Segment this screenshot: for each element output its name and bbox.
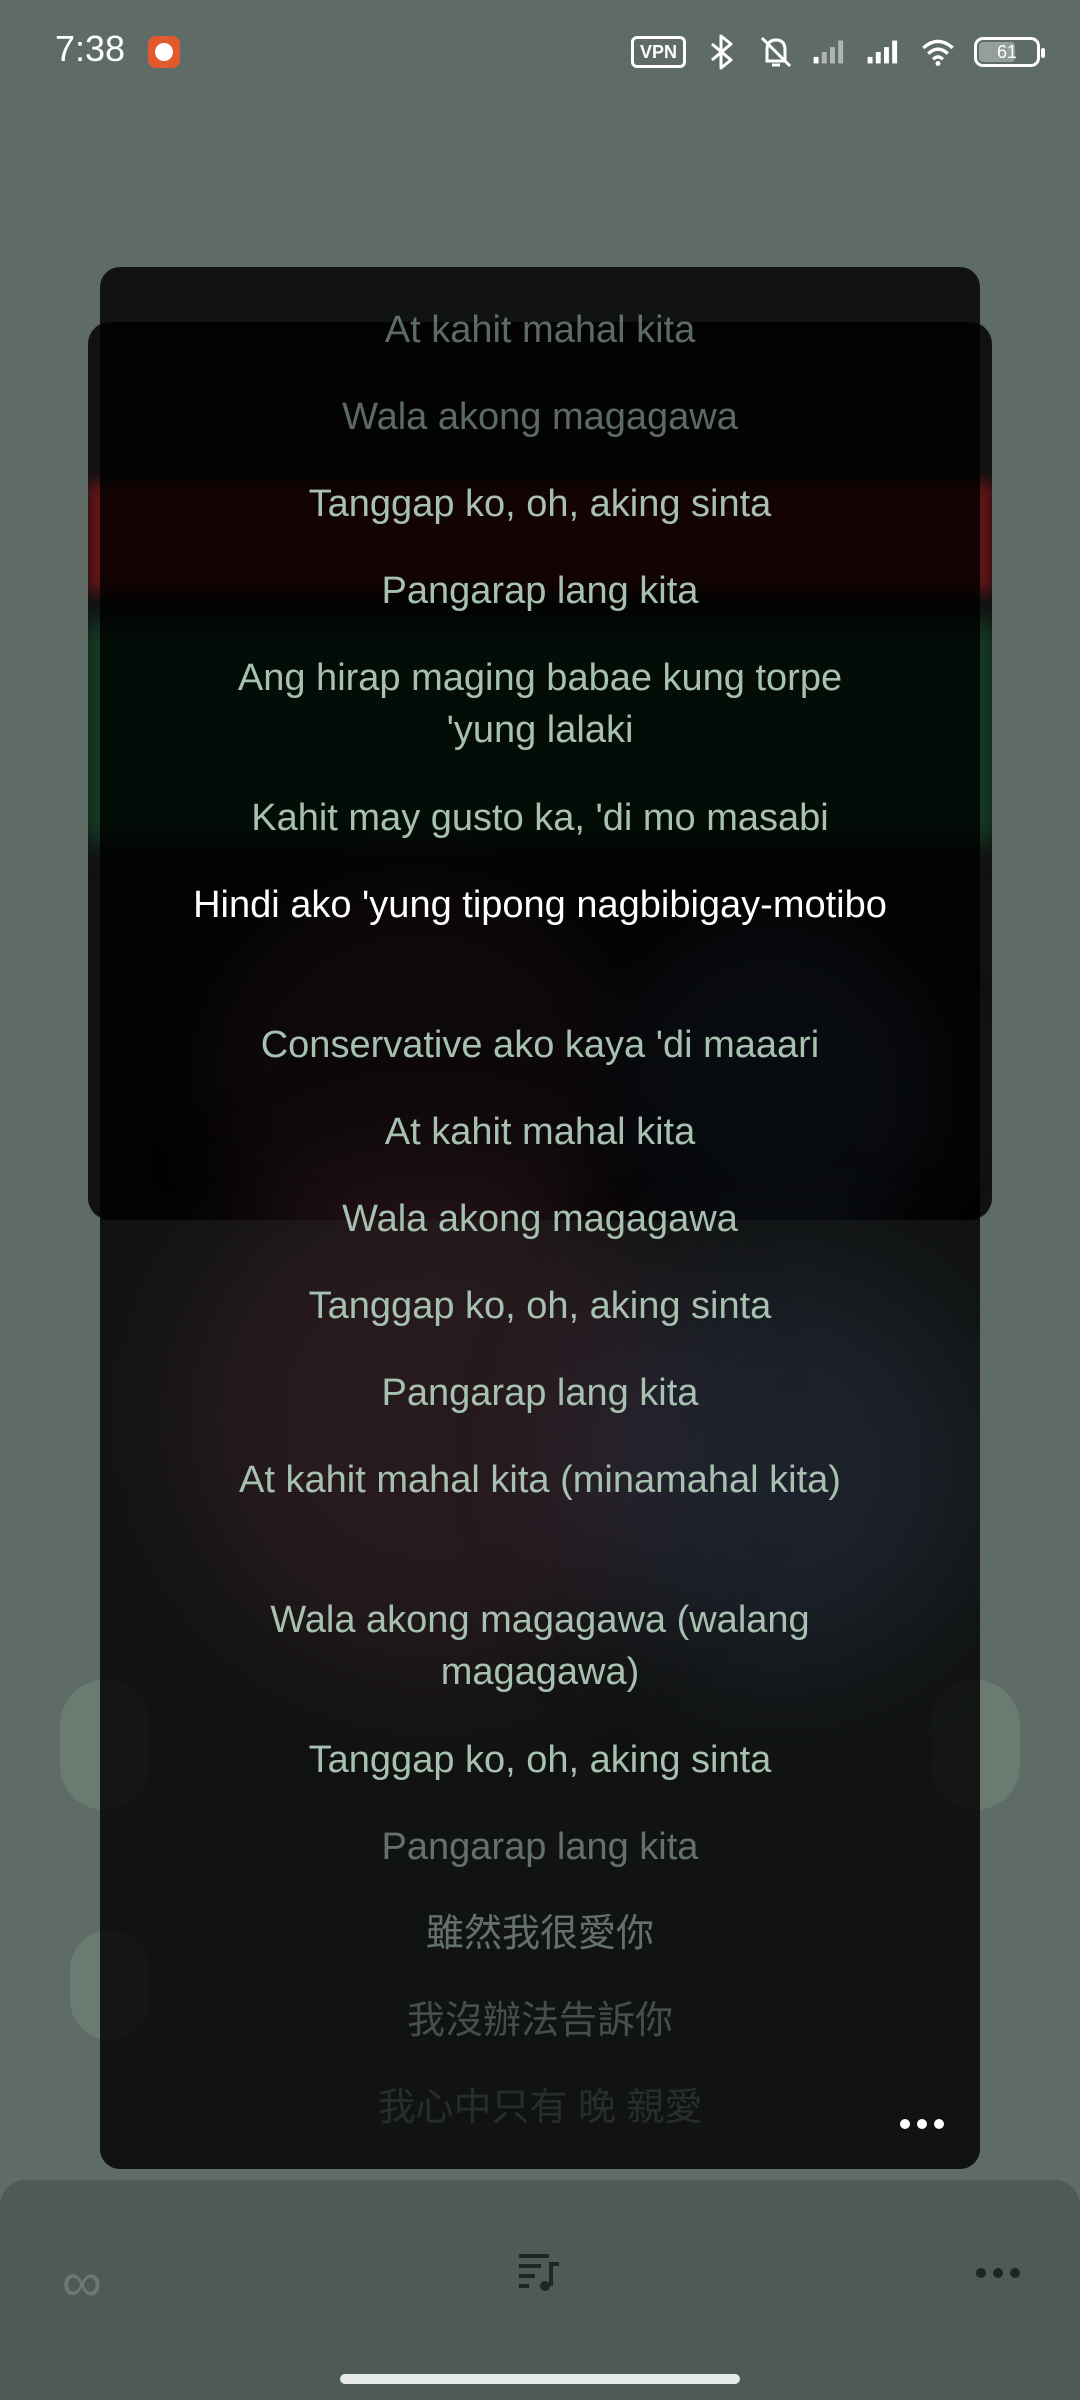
signal-icon	[866, 34, 902, 70]
bell-off-icon	[758, 34, 794, 70]
lyric-line[interactable]: Pangarap lang kita	[190, 1821, 890, 1908]
lyric-line[interactable]: Ang hirap maging babae kung torpe 'yung …	[190, 652, 890, 792]
lyric-line[interactable]: At kahit mahal kita (minamahal kita)	[190, 1454, 890, 1594]
status-bar: 7:38 VPN 61	[0, 0, 1080, 104]
lyric-line[interactable]: 我心中只有 晚 親愛	[190, 2082, 890, 2169]
lyric-line[interactable]: Pangarap lang kita	[190, 1367, 890, 1454]
queue-icon[interactable]	[500, 2248, 580, 2358]
wifi-icon	[920, 34, 956, 70]
lyric-line[interactable]: mangyayari	[190, 267, 890, 304]
lyric-line[interactable]: 我沒辦法告訴你	[190, 1995, 890, 2082]
lyric-line[interactable]: Wala akong magagawa	[190, 1193, 890, 1280]
lyric-line[interactable]: At kahit mahal kita	[190, 304, 890, 391]
battery-level: 61	[996, 41, 1018, 62]
lyric-line[interactable]: Pangarap lang kita	[190, 565, 890, 652]
loop-icon[interactable]: ∞	[42, 2254, 122, 2364]
bluetooth-icon	[704, 34, 740, 70]
vpn-badge: VPN	[630, 36, 686, 68]
signal-icon	[812, 34, 848, 70]
home-indicator[interactable]	[340, 2374, 740, 2384]
more-icon[interactable]	[900, 2119, 944, 2129]
lyrics-list[interactable]: mangyayari At kahit mahal kita Wala akon…	[100, 267, 980, 2169]
status-icons: VPN 61	[630, 28, 1045, 76]
lyric-line[interactable]: At kahit mahal kita	[190, 1106, 890, 1193]
lyric-line[interactable]: Tanggap ko, oh, aking sinta	[190, 1734, 890, 1821]
lyric-line[interactable]: Conservative ako kaya 'di maaari	[190, 1019, 890, 1106]
lyric-line[interactable]: Tanggap ko, oh, aking sinta	[190, 1280, 890, 1367]
lyric-line[interactable]: Wala akong magagawa (walang magagawa)	[190, 1594, 890, 1734]
bottom-bar: ∞	[0, 2180, 1080, 2400]
lyric-line[interactable]: Wala akong magagawa	[190, 391, 890, 478]
lyric-line[interactable]: Tanggap ko, oh, aking sinta	[190, 478, 890, 565]
lyric-line-active[interactable]: Hindi ako 'yung tipong nagbibigay-motibo	[190, 879, 890, 1019]
battery-icon: 61	[974, 37, 1045, 67]
lyrics-panel[interactable]: mangyayari At kahit mahal kita Wala akon…	[100, 267, 980, 2169]
lyric-line[interactable]: 雖然我很愛你	[190, 1908, 890, 1995]
duckduckgo-icon	[148, 36, 180, 68]
status-time: 7:38	[55, 28, 126, 69]
lyric-line[interactable]: Kahit may gusto ka, 'di mo masabi	[190, 792, 890, 879]
more-icon[interactable]	[958, 2268, 1038, 2378]
